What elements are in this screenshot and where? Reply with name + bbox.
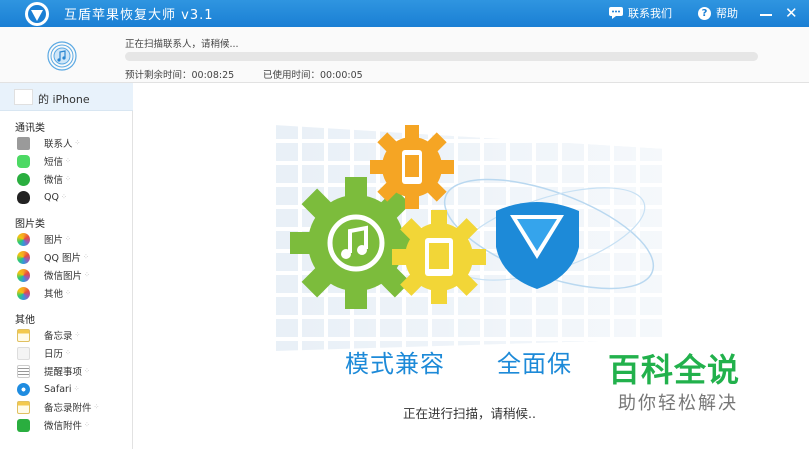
close-button[interactable]: ✕ <box>785 4 798 22</box>
sidebar-item-reminders[interactable]: 提醒事项 ⁘ <box>17 363 131 379</box>
device-name: 的 iPhone <box>38 93 90 106</box>
help-label: 帮助 <box>716 7 738 20</box>
scan-progress-panel: 正在扫描联系人，请稍候... 预计剩余时间：00:08:25 已使用时间：00:… <box>0 27 809 83</box>
sidebar-item-notes[interactable]: 备忘录 ⁘ <box>17 327 131 343</box>
sidebar-item-label: 短信 <box>44 157 64 168</box>
elapsed-time: 已使用时间：00:00:05 <box>263 70 363 81</box>
sidebar-item-label: 提醒事项 <box>44 367 83 378</box>
loading-icon: ⁘ <box>65 349 71 357</box>
wechat-photos-icon <box>17 268 30 282</box>
safari-icon <box>17 382 30 396</box>
sidebar-item-label: QQ <box>44 191 59 203</box>
device-selector[interactable]: 的 iPhone <box>0 83 133 111</box>
contacts-icon <box>17 136 30 150</box>
close-icon: ✕ <box>785 4 798 22</box>
notes-icon <box>17 328 30 342</box>
tablet-gear-icon <box>392 210 486 304</box>
loading-icon: ⁘ <box>74 331 81 339</box>
category-communication: 通讯类 <box>15 123 45 134</box>
loading-icon: ⁘ <box>84 421 90 429</box>
loading-icon: ⁘ <box>60 193 67 201</box>
loading-icon: ⁘ <box>84 367 90 375</box>
loading-icon: ⁘ <box>84 271 90 279</box>
qq-photos-icon <box>17 250 30 264</box>
sidebar: 的 iPhone 通讯类 联系人 ⁘ 短信 ⁘ 微信 ⁘ QQ ⁘ 图片类 图片… <box>0 83 133 449</box>
watermark-title: 百科全说 <box>608 351 741 389</box>
sidebar-item-label: 微信图片 <box>44 271 83 282</box>
slogan-comprehensive: 全面保 <box>497 350 572 378</box>
loading-icon: ⁘ <box>65 157 71 165</box>
loading-icon: ⁘ <box>65 175 71 183</box>
wechat-icon <box>17 172 30 186</box>
loading-icon: ⁘ <box>93 403 100 411</box>
category-photos: 图片类 <box>15 219 45 230</box>
remaining-time: 预计剩余时间：00:08:25 <box>125 70 235 81</box>
scan-illustration <box>274 125 664 351</box>
sidebar-item-contacts[interactable]: 联系人 ⁘ <box>17 135 131 151</box>
loading-icon: ⁘ <box>82 253 89 261</box>
sidebar-item-label: 微信附件 <box>44 421 83 432</box>
notes-attachment-icon <box>17 400 30 414</box>
contact-us-label: 联系我们 <box>628 7 672 20</box>
wechat-attachment-icon <box>17 418 30 432</box>
sidebar-item-label: Safari <box>44 383 72 395</box>
scan-status-text: 正在扫描联系人，请稍候... <box>125 39 239 50</box>
messages-icon <box>17 154 30 168</box>
sidebar-item-notes-attachments[interactable]: 备忘录附件 ⁘ <box>17 399 131 415</box>
category-other: 其他 <box>15 315 35 326</box>
photos-icon <box>17 232 30 246</box>
loading-icon: ⁘ <box>65 235 71 243</box>
reminders-icon <box>17 364 30 378</box>
sidebar-item-wechat-photos[interactable]: 微信图片 ⁘ <box>17 267 131 283</box>
main-content: 模式兼容 全面保 正在进行扫描，请稍候.. 百科全说 助你轻松解决 <box>134 83 809 449</box>
help-icon: ? <box>698 6 711 20</box>
scanning-status: 正在进行扫描，请稍候.. <box>403 406 536 421</box>
sidebar-item-label: 联系人 <box>44 139 73 150</box>
sidebar-item-messages[interactable]: 短信 ⁘ <box>17 153 131 169</box>
watermark-subtitle: 助你轻松解决 <box>618 393 738 414</box>
app-title: 互盾苹果恢复大师 v3.1 <box>64 8 214 23</box>
sidebar-item-label: QQ 图片 <box>44 253 81 264</box>
sidebar-item-label: 备忘录附件 <box>44 403 92 414</box>
minimize-button[interactable] <box>758 2 774 22</box>
title-bar: 互盾苹果恢复大师 v3.1 联系我们 ? 帮助 ✕ <box>0 0 809 27</box>
sidebar-item-wechat-attachments[interactable]: 微信附件 ⁘ <box>17 417 131 433</box>
sidebar-item-label: 图片 <box>44 235 64 246</box>
slogan-compatible: 模式兼容 <box>345 350 445 378</box>
loading-icon: ⁘ <box>73 385 80 393</box>
sidebar-item-label: 备忘录 <box>44 331 73 342</box>
other-photos-icon <box>17 286 30 300</box>
sidebar-item-calendar[interactable]: 日历 ⁘ <box>17 345 131 361</box>
loading-icon: ⁘ <box>65 289 71 297</box>
help-button[interactable]: ? 帮助 <box>698 5 738 21</box>
app-logo-icon <box>25 2 49 26</box>
qq-icon <box>17 190 30 204</box>
device-thumbnail <box>14 89 33 105</box>
sidebar-item-wechat[interactable]: 微信 ⁘ <box>17 171 131 187</box>
sidebar-item-safari[interactable]: Safari ⁘ <box>17 381 131 397</box>
music-gear-icon <box>290 177 422 309</box>
chat-icon <box>609 7 623 19</box>
music-disc-icon <box>47 41 77 71</box>
sidebar-item-photos[interactable]: 图片 ⁘ <box>17 231 131 247</box>
sidebar-item-label: 微信 <box>44 175 64 186</box>
contact-us-button[interactable]: 联系我们 <box>609 5 672 21</box>
sidebar-item-qq-photos[interactable]: QQ 图片 ⁘ <box>17 249 131 265</box>
sidebar-item-qq[interactable]: QQ ⁘ <box>17 189 131 205</box>
loading-icon: ⁘ <box>74 139 81 147</box>
progress-bar <box>125 52 758 61</box>
sidebar-item-label: 其他 <box>44 289 64 300</box>
calendar-icon <box>17 346 30 360</box>
sidebar-item-label: 日历 <box>44 349 64 360</box>
sidebar-item-other-photos[interactable]: 其他 ⁘ <box>17 285 131 301</box>
phone-gear-icon <box>370 125 454 209</box>
